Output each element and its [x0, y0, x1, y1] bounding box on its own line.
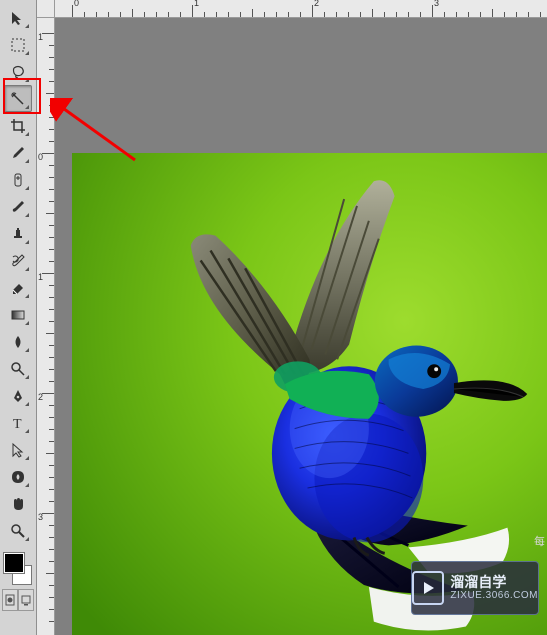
foreground-color-swatch[interactable]: [4, 553, 24, 573]
dodge-tool[interactable]: [4, 355, 32, 382]
marquee-tool[interactable]: [4, 31, 32, 58]
watermark-text: 溜溜自学 ZIXUE.3066.COM: [450, 575, 538, 601]
hand-tool[interactable]: [4, 490, 32, 517]
vertical-ruler[interactable]: 10123: [37, 18, 55, 635]
play-icon: [412, 571, 444, 605]
svg-text:T: T: [13, 417, 22, 431]
zoom-tool[interactable]: [4, 517, 32, 544]
tool-palette: T: [0, 0, 37, 635]
watermark-title: 溜溜自学: [450, 575, 538, 590]
gradient-tool[interactable]: [4, 301, 32, 328]
lasso-tool[interactable]: [4, 58, 32, 85]
eraser-tool[interactable]: [4, 274, 32, 301]
brush-tool[interactable]: [4, 193, 32, 220]
watermark-badge: 溜溜自学 ZIXUE.3066.COM: [411, 561, 539, 615]
side-char: 每: [534, 533, 545, 549]
pen-tool[interactable]: [4, 382, 32, 409]
clone-stamp-tool[interactable]: [4, 220, 32, 247]
crop-tool[interactable]: [4, 112, 32, 139]
eyedropper-tool[interactable]: [4, 139, 32, 166]
quickmask-screenmode: [2, 589, 34, 611]
screen-mode[interactable]: [18, 589, 34, 611]
work-area: 0123 10123: [37, 0, 547, 635]
type-tool[interactable]: T: [4, 409, 32, 436]
magic-wand-tool[interactable]: [4, 85, 32, 112]
quickmask-toggle[interactable]: [2, 589, 18, 611]
watermark-sub: ZIXUE.3066.COM: [450, 590, 538, 601]
color-swatches[interactable]: [2, 553, 34, 585]
path-selection-tool[interactable]: [4, 436, 32, 463]
app-root: T 0123 10123: [0, 0, 547, 635]
healing-brush-tool[interactable]: [4, 166, 32, 193]
shape-tool[interactable]: [4, 463, 32, 490]
document-canvas[interactable]: [55, 18, 547, 635]
blur-tool[interactable]: [4, 328, 32, 355]
horizontal-ruler[interactable]: 0123: [55, 0, 547, 18]
move-tool[interactable]: [4, 4, 32, 31]
history-brush-tool[interactable]: [4, 247, 32, 274]
ruler-origin-corner[interactable]: [37, 0, 55, 18]
